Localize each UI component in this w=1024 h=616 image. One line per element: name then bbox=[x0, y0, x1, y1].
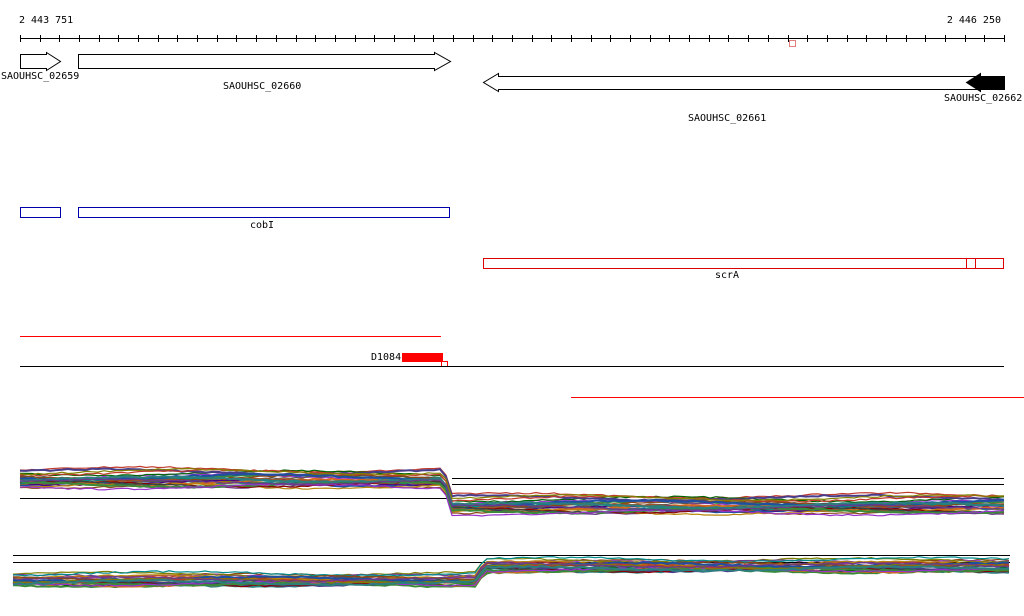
expression-lines-top bbox=[19, 465, 1005, 517]
operon-box bbox=[483, 258, 1004, 269]
operon-box bbox=[20, 207, 61, 218]
operon-small[interactable] bbox=[20, 207, 61, 218]
gene-saouhsc-02660[interactable]: SAOUHSC_02660 bbox=[78, 51, 452, 93]
feature-label: D1084 bbox=[371, 352, 401, 363]
feature-box bbox=[402, 353, 443, 362]
expression-track-top bbox=[19, 465, 1005, 517]
gene-arrow bbox=[78, 51, 452, 72]
operon-label: scrA bbox=[715, 270, 739, 281]
ruler-start-label: 2 443 751 bbox=[19, 15, 73, 26]
feature-d1084[interactable]: D1084 bbox=[371, 352, 448, 367]
gene-label: SAOUHSC_02661 bbox=[688, 113, 766, 124]
ruler-end-label: 2 446 250 bbox=[947, 15, 1001, 26]
gene-label: SAOUHSC_02659 bbox=[1, 71, 79, 82]
operon-scra[interactable]: scrA bbox=[483, 258, 1004, 282]
expression-lines-bottom bbox=[12, 556, 1010, 589]
operon-box bbox=[78, 207, 450, 218]
ruler-marker bbox=[789, 40, 796, 47]
feature-end-marker bbox=[441, 361, 448, 367]
gene-saouhsc-02661[interactable]: SAOUHSC_02661 bbox=[482, 72, 1005, 125]
gene-arrow bbox=[20, 51, 62, 72]
gene-arrow bbox=[482, 72, 1005, 93]
expression-track-bottom bbox=[12, 555, 1010, 589]
genome-track-canvas: 2 443 751 2 446 250 SAOUHSC_02659 SAOUHS… bbox=[1, 15, 1024, 589]
operon-cobi[interactable]: cobI bbox=[78, 207, 450, 232]
gene-saouhsc-02659[interactable]: SAOUHSC_02659 bbox=[1, 51, 79, 83]
gene-label: SAOUHSC_02662 bbox=[944, 93, 1022, 104]
gene-label: SAOUHSC_02660 bbox=[223, 81, 301, 92]
genome-browser-viewer[interactable]: 2 443 751 2 446 250 SAOUHSC_02659 SAOUHS… bbox=[0, 0, 1024, 611]
operon-label: cobI bbox=[250, 220, 274, 231]
